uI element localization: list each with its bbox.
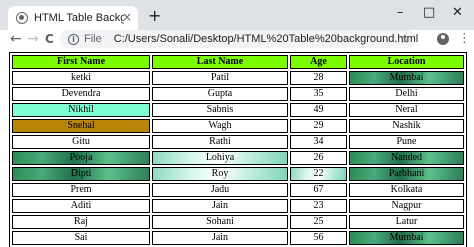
- cell-last-name: Jain: [152, 199, 288, 213]
- reload-button[interactable]: C: [45, 30, 54, 48]
- cell-location: Parbhani: [349, 167, 464, 181]
- globe-icon: [16, 12, 28, 24]
- data-table: First Name Last Name Age Location ketki …: [9, 52, 467, 247]
- url-text[interactable]: C:/Users/Sonali/Desktop/HTML%20Table%20b…: [114, 33, 418, 45]
- cell-first-name: Gitu: [12, 135, 150, 149]
- forward-button[interactable]: →: [27, 30, 39, 48]
- cell-age: 56: [290, 231, 347, 245]
- bookmark-star-icon[interactable]: ☆: [399, 30, 410, 48]
- cell-last-name: Sohani: [152, 215, 288, 229]
- cell-age: 34: [290, 135, 347, 149]
- info-icon[interactable]: i: [68, 33, 79, 45]
- new-tab-button[interactable]: +: [148, 6, 161, 25]
- cell-age: 23: [290, 199, 347, 213]
- cell-first-name: Prem: [12, 183, 150, 197]
- table-row: Sai Jain 56 Mumbai: [12, 231, 464, 245]
- cell-last-name: Jain: [152, 231, 288, 245]
- cell-first-name: Snehal: [12, 119, 150, 133]
- cell-last-name: Jadu: [152, 183, 288, 197]
- cell-first-name: ketki: [12, 71, 150, 85]
- cell-location: Kolkata: [349, 183, 464, 197]
- address-bar[interactable]: i File C:/Users/Sonali/Desktop/HTML%20Ta…: [60, 30, 418, 48]
- cell-first-name: Aditi: [12, 199, 150, 213]
- cell-last-name: Roy: [152, 167, 288, 181]
- cell-location: Nagpur: [349, 199, 464, 213]
- cell-age: 67: [290, 183, 347, 197]
- toolbar: ← → C i File C:/Users/Sonali/Desktop/HTM…: [0, 30, 474, 48]
- cell-age: 49: [290, 103, 347, 117]
- cell-age: 35: [290, 87, 347, 101]
- cell-age: 25: [290, 215, 347, 229]
- cell-location: Mumbai: [349, 231, 464, 245]
- cell-first-name: Devendra: [12, 87, 150, 101]
- cell-first-name: Nikhil: [12, 103, 150, 117]
- browser-tab[interactable]: HTML Table Background ×: [8, 6, 138, 30]
- cell-location: Mumbai: [349, 71, 464, 85]
- cell-first-name: Raj: [12, 215, 150, 229]
- back-button[interactable]: ←: [10, 30, 22, 48]
- cell-location: Pune: [349, 135, 464, 149]
- cell-last-name: Sabnis: [152, 103, 288, 117]
- cell-location: Neral: [349, 103, 464, 117]
- cell-location: Latur: [349, 215, 464, 229]
- cell-age: 22: [290, 167, 347, 181]
- cell-location: Nashik: [349, 119, 464, 133]
- header-age: Age: [290, 55, 347, 69]
- maximize-button[interactable]: □: [423, 5, 435, 20]
- table-row: Dipti Roy 22 Parbhani: [12, 167, 464, 181]
- cell-last-name: Gupta: [152, 87, 288, 101]
- table-row: Prem Jadu 67 Kolkata: [12, 183, 464, 197]
- menu-icon[interactable]: ⋮: [458, 30, 471, 48]
- browser-window: HTML Table Background × + – □ ✕ ← → C i …: [0, 0, 474, 247]
- table-header-row: First Name Last Name Age Location: [12, 55, 464, 69]
- cell-age: 28: [290, 71, 347, 85]
- tab-close-icon[interactable]: ×: [122, 10, 132, 24]
- page-content: First Name Last Name Age Location ketki …: [0, 48, 474, 247]
- table-row: Gitu Rathi 34 Pune: [12, 135, 464, 149]
- cell-age: 26: [290, 151, 347, 165]
- tab-title: HTML Table Background: [34, 12, 124, 24]
- cell-location: Nanded: [349, 151, 464, 165]
- table-row: Pooja Lohiya 26 Nanded: [12, 151, 464, 165]
- cell-last-name: Patil: [152, 71, 288, 85]
- cell-age: 29: [290, 119, 347, 133]
- table-row: Devendra Gupta 35 Delhi: [12, 87, 464, 101]
- cell-first-name: Dipti: [12, 167, 150, 181]
- header-location: Location: [349, 55, 464, 69]
- minimize-button[interactable]: –: [397, 5, 404, 20]
- close-window-button[interactable]: ✕: [452, 5, 463, 20]
- header-last-name: Last Name: [152, 55, 288, 69]
- table-row: Nikhil Sabnis 49 Neral: [12, 103, 464, 117]
- title-bar: HTML Table Background × + – □ ✕: [0, 0, 474, 30]
- cell-first-name: Pooja: [12, 151, 150, 165]
- table-row: Aditi Jain 23 Nagpur: [12, 199, 464, 213]
- table-row: Raj Sohani 25 Latur: [12, 215, 464, 229]
- cell-last-name: Wagh: [152, 119, 288, 133]
- cell-location: Delhi: [349, 87, 464, 101]
- cell-first-name: Sai: [12, 231, 150, 245]
- table-row: Snehal Wagh 29 Nashik: [12, 119, 464, 133]
- file-label: File: [84, 33, 102, 45]
- profile-avatar[interactable]: [437, 33, 449, 45]
- table-row: ketki Patil 28 Mumbai: [12, 71, 464, 85]
- cell-last-name: Rathi: [152, 135, 288, 149]
- header-first-name: First Name: [12, 55, 150, 69]
- cell-last-name: Lohiya: [152, 151, 288, 165]
